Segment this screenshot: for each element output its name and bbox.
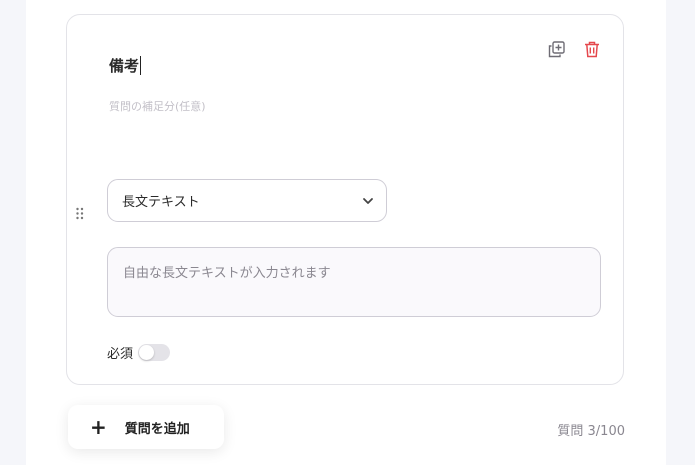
required-toggle[interactable] (138, 344, 171, 361)
chevron-down-icon (363, 198, 373, 204)
required-setting: 必須 (107, 343, 171, 362)
required-label: 必須 (107, 347, 134, 362)
plus-icon: + (90, 415, 107, 439)
duplicate-icon (548, 40, 565, 57)
text-caret (140, 56, 142, 75)
drag-handle-icon[interactable] (75, 206, 85, 220)
question-type-select[interactable]: 長文テキスト (107, 179, 387, 222)
question-card: 備考 質問の補足分(任意) 長文テキスト 自由な長文テキストが入力されます 必須 (66, 14, 624, 385)
delete-button[interactable] (583, 40, 601, 58)
question-counter: 質問 3/100 (557, 424, 625, 439)
toggle-knob (139, 345, 155, 360)
question-type-value: 長文テキスト (122, 195, 200, 210)
answer-preview-textarea[interactable]: 自由な長文テキストが入力されます (107, 247, 601, 317)
add-question-button[interactable]: + 質問を追加 (68, 405, 224, 449)
question-title-field[interactable]: 備考 (109, 55, 142, 76)
question-title: 備考 (109, 57, 140, 75)
add-question-label: 質問を追加 (124, 421, 190, 437)
question-subtitle-field[interactable]: 質問の補足分(任意) (109, 98, 206, 114)
duplicate-button[interactable] (547, 40, 565, 58)
trash-icon (585, 41, 599, 57)
